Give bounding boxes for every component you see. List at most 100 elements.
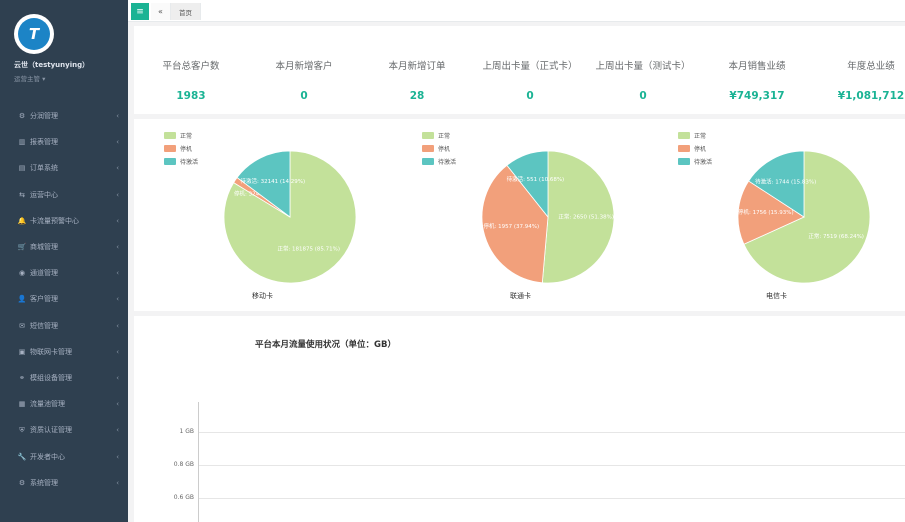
stat-label: 本月新增订单 [388, 61, 446, 72]
sidebar-item-label: 模组设备管理 [30, 373, 72, 382]
top-bar: ≡ « 首页 [128, 0, 905, 22]
pie-slice-label: 正常: 181875 (85.71%) [277, 244, 340, 252]
pie-slice-label: 待激活: 1744 (15.83%) [755, 177, 816, 185]
menu-item-icon: 👤 [17, 295, 27, 304]
stat-label: 本月销售业绩 [728, 61, 786, 72]
pie-title: 移动卡 [252, 292, 273, 300]
sidebar-item[interactable]: 👤 客户管理 ‹ [0, 286, 128, 312]
stat-value: ¥1,081,712 [837, 90, 905, 102]
sidebar-item[interactable]: ⇆ 运营中心 ‹ [0, 182, 128, 208]
chevron-left-icon: ‹ [116, 269, 119, 278]
user-role-label: 运营主管 [14, 75, 40, 83]
pie-slice-label: 正常: 7519 (68.24%) [808, 232, 864, 240]
pie-chart: 正常 停机 待激活 正常: 2650 (51.38%) 停机: 1957 (37.94%… [392, 119, 649, 311]
gridline [198, 465, 905, 466]
stat-card: 年度总业绩 ¥1,081,712 [821, 58, 905, 102]
pie-title: 联通卡 [510, 292, 531, 300]
chevron-left-icon: ‹ [116, 138, 119, 147]
stat-value: ¥749,317 [729, 90, 785, 102]
menu-item-icon: ▣ [18, 347, 26, 356]
sidebar-item[interactable]: ▤ 订单系统 ‹ [0, 155, 128, 181]
sidebar-item[interactable]: ▥ 报表管理 ‹ [0, 129, 128, 155]
chevron-left-icon: ‹ [116, 426, 119, 435]
gridline [198, 498, 905, 499]
chevron-left-icon: ‹ [116, 216, 119, 225]
menu-item-icon: ⚙ [18, 478, 26, 487]
stat-card: 上周出卡量（正式卡） 0 [480, 58, 580, 102]
logo-icon: T [18, 18, 50, 50]
sidebar-item[interactable]: ⚙ 分润管理 ‹ [0, 103, 128, 129]
chevron-left-icon: ‹ [116, 478, 119, 487]
stat-label: 本月新增客户 [275, 61, 333, 72]
sidebar-item-label: 订单系统 [30, 164, 58, 173]
menu-item-icon: ⇆ [19, 190, 25, 199]
pie-slice-label: 停机: 1756 (15.93%) [738, 208, 794, 216]
user-name[interactable]: 云世（testyunying） [14, 60, 128, 70]
tab-scroll-left-button[interactable]: « [151, 3, 171, 20]
stat-card: 平台总客户数 1983 [141, 58, 241, 102]
sidebar-item-label: 运营中心 [30, 190, 58, 199]
sidebar-item[interactable]: 🛒 商城管理 ‹ [0, 234, 128, 260]
y-axis-line [198, 402, 199, 522]
menu-item-icon: ✉ [19, 321, 25, 330]
sidebar-item-label: 开发者中心 [30, 452, 65, 461]
pie-chart: 正常 停机 待激活 正常: 181875 (85.71%) 停机: 3243 (1.5%… [134, 119, 391, 311]
sidebar-item[interactable]: ▦ 流量池管理 ‹ [0, 391, 128, 417]
menu-item-icon: ▤ [18, 164, 26, 173]
sidebar-menu: ⚙ 分润管理 ‹ ▥ 报表管理 ‹ ▤ 订单系统 ‹ ⇆ 运营中心 ‹ 🔔 卡流量预警中心 ‹ 🛒 商城管理 ‹ ◉… [0, 103, 128, 496]
stat-card: 上周出卡量（测试卡） 0 [593, 58, 693, 102]
sidebar-item-label: 商城管理 [30, 243, 58, 252]
user-role-dropdown[interactable]: 运营主管 ▾ [14, 73, 128, 83]
chevron-left-icon: ‹ [116, 112, 119, 121]
sidebar-item[interactable]: 🔧 开发者中心 ‹ [0, 443, 128, 469]
menu-item-icon: 🛒 [17, 243, 27, 252]
pie-slice-label: 停机: 1957 (37.94%) [484, 222, 540, 230]
chevron-left-icon: ‹ [116, 190, 119, 199]
sidebar-item[interactable]: ▣ 物联网卡管理 ‹ [0, 339, 128, 365]
avatar[interactable]: T [14, 14, 54, 54]
traffic-chart-panel: 平台本月流量使用状况（单位：GB） 1 GB 0.8 GB 0.6 GB [134, 316, 905, 522]
pie-slice-label: 待激活: 32141 (14.29%) [241, 177, 306, 185]
sidebar-item[interactable]: ⚙ 系统管理 ‹ [0, 470, 128, 496]
y-tick-label: 0.8 GB [173, 461, 194, 468]
stat-label: 上周出卡量（测试卡） [595, 61, 691, 72]
chevron-left-icon: ‹ [116, 295, 119, 304]
sidebar-item[interactable]: ⛨ 资质认证管理 ‹ [0, 417, 128, 443]
sidebar-item[interactable]: ✉ 短信管理 ‹ [0, 313, 128, 339]
sidebar-item[interactable]: ⚭ 模组设备管理 ‹ [0, 365, 128, 391]
sidebar-item-label: 流量池管理 [30, 400, 65, 409]
stat-value: 28 [409, 90, 425, 102]
pie-svg: 正常: 7519 (68.24%) 停机: 1756 (15.93%) 待激活: 1… [737, 150, 871, 284]
menu-item-icon: 🔧 [17, 452, 27, 461]
pie-svg: 正常: 181875 (85.71%)停机: 3243 (1.5%)待激活: 3… [223, 150, 357, 284]
stat-value: 0 [639, 90, 647, 102]
menu-item-icon: ▦ [18, 400, 26, 409]
sidebar-item-label: 卡流量预警中心 [30, 216, 79, 225]
chevron-left-icon: ‹ [116, 400, 119, 409]
caret-down-icon: ▾ [42, 75, 46, 83]
stat-card: 本月销售业绩 ¥749,317 [707, 58, 807, 102]
menu-item-icon: ⚭ [19, 373, 25, 382]
menu-item-icon: ◉ [18, 269, 26, 278]
chevron-left-icon: ‹ [116, 373, 119, 382]
chevron-left-icon: ‹ [116, 452, 119, 461]
hamburger-icon: ≡ [136, 6, 144, 17]
chevron-left-icon: ‹ [116, 164, 119, 173]
sidebar-item-label: 资质认证管理 [30, 426, 72, 435]
stat-card: 本月新增客户 0 [254, 58, 354, 102]
pie-slice-label: 待激活: 551 (10.68%) [507, 175, 565, 183]
profile-block: T 云世（testyunying） 运营主管 ▾ [0, 0, 128, 90]
menu-item-icon: ⚙ [18, 112, 26, 121]
sidebar-item[interactable]: 🔔 卡流量预警中心 ‹ [0, 208, 128, 234]
tab-home[interactable]: 首页 [171, 3, 201, 20]
sidebar-item-label: 通道管理 [30, 269, 58, 278]
pie-slice-label: 正常: 2650 (51.38%) [558, 213, 614, 221]
stat-label: 年度总业绩 [847, 61, 895, 72]
sidebar-item-label: 报表管理 [30, 138, 58, 147]
pie-charts-panel: 正常 停机 待激活 正常: 181875 (85.71%) 停机: 3243 (1.5%… [134, 119, 905, 311]
pie-title: 电信卡 [766, 292, 787, 300]
y-tick-label: 0.6 GB [173, 494, 194, 501]
menu-toggle-button[interactable]: ≡ [131, 3, 149, 20]
sidebar-item-label: 系统管理 [30, 478, 58, 487]
sidebar-item[interactable]: ◉ 通道管理 ‹ [0, 260, 128, 286]
